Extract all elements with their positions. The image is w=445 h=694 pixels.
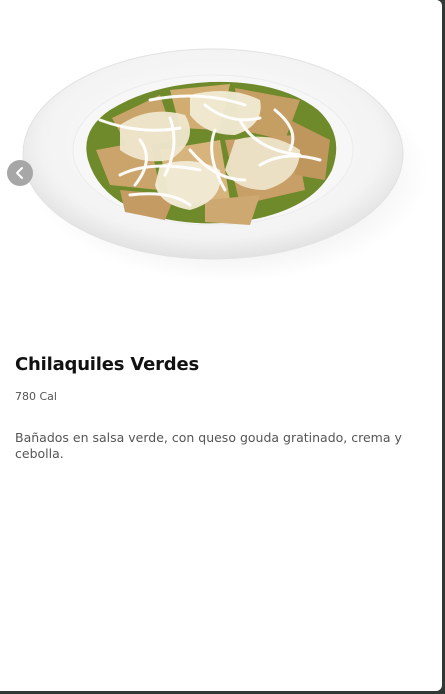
product-calories: 780 Cal [15, 390, 57, 403]
product-description: Bañados en salsa verde, con queso gouda … [15, 430, 402, 461]
product-title: Chilaquiles Verdes [15, 354, 199, 375]
carousel-prev-button[interactable] [7, 160, 33, 186]
chevron-left-icon [16, 167, 23, 179]
product-image [22, 48, 428, 282]
product-image-carousel [0, 0, 442, 300]
product-card: Chilaquiles Verdes 780 Cal Bañados en sa… [0, 0, 442, 691]
